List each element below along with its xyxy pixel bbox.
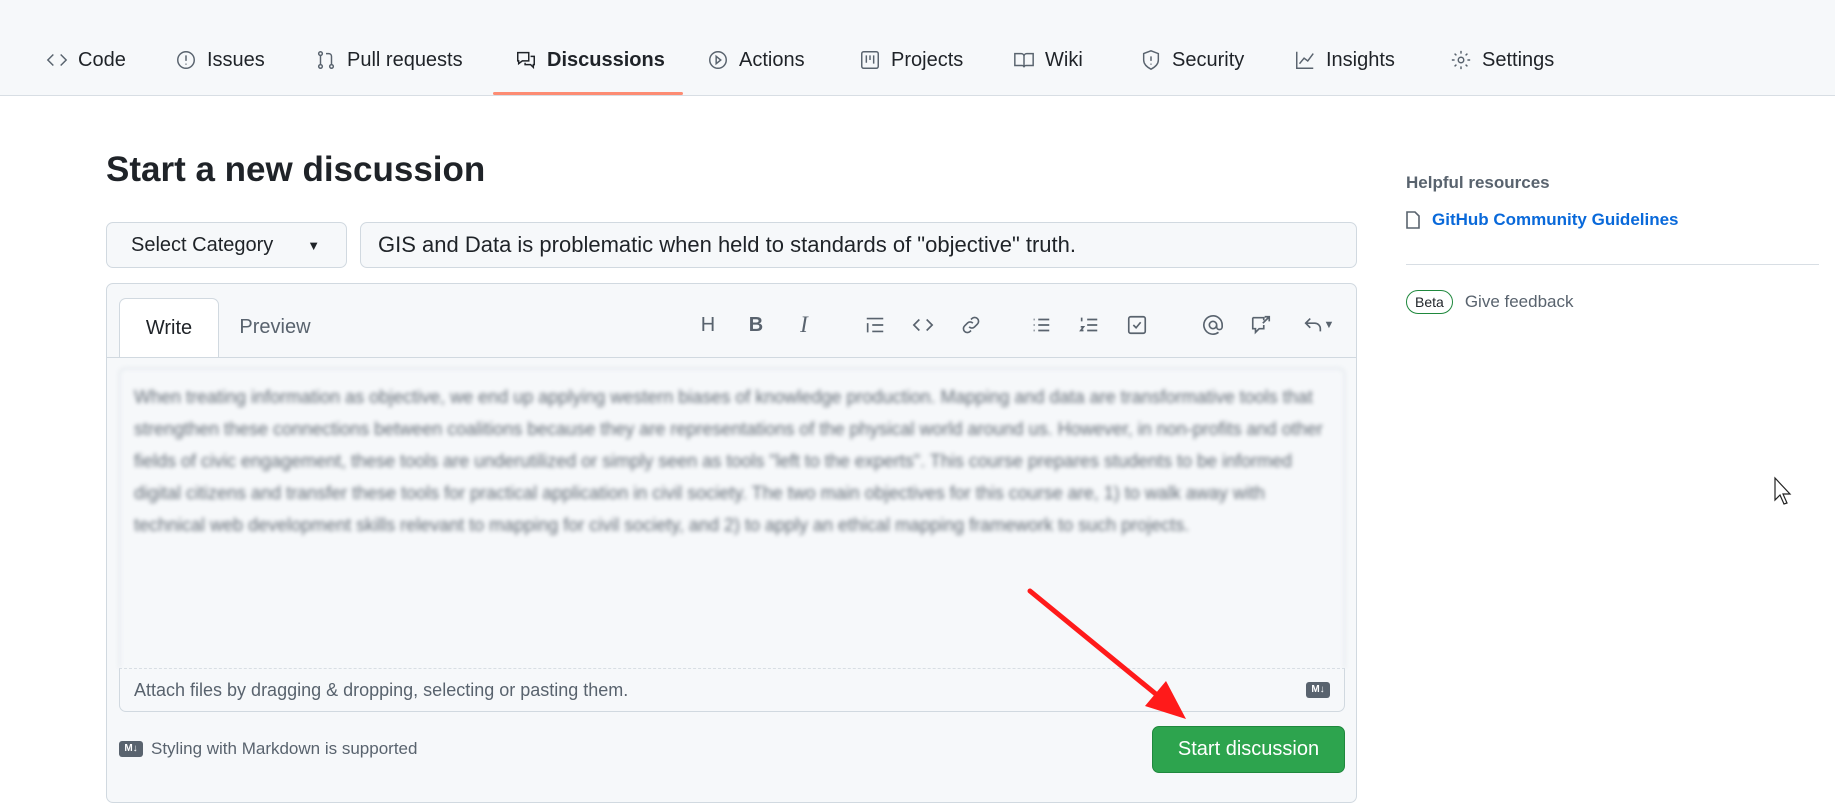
shield-icon [1142,50,1160,70]
saved-replies-button[interactable]: ▼ [1293,309,1343,341]
pull-request-icon [317,51,335,69]
reference-button[interactable] [1245,309,1277,341]
give-feedback-link[interactable]: Give feedback [1465,292,1574,312]
attach-hint: Attach files by dragging & dropping, sel… [134,679,629,700]
numbered-list-button[interactable] [1073,309,1105,341]
tab-label: Discussions [547,48,665,71]
reply-icon [1304,317,1321,332]
quote-icon [866,317,884,333]
link-button[interactable] [955,309,987,341]
task-list-icon [1127,315,1147,335]
mention-button[interactable] [1197,309,1229,341]
link-text: GitHub Community Guidelines [1432,210,1679,229]
file-attach-area[interactable]: Attach files by dragging & dropping, sel… [119,668,1345,712]
caret-down-icon: ▼ [1323,319,1335,331]
tab-settings[interactable]: Settings [1450,40,1554,80]
markdown-note[interactable]: M↓ Styling with Markdown is supported [119,739,417,759]
tab-label: Wiki [1045,48,1083,71]
community-guidelines-link[interactable]: GitHub Community Guidelines [1406,210,1679,230]
graph-icon [1296,51,1314,69]
active-tab-indicator [493,92,683,95]
bullet-list-icon [1033,318,1050,332]
tab-label: Security [1172,48,1245,71]
tab-label: Actions [739,48,805,71]
tab-write[interactable]: Write [119,298,219,358]
cross-reference-icon [1251,315,1271,335]
feedback-row: Beta Give feedback [1406,290,1574,314]
bold-button[interactable]: B [740,309,772,341]
mouse-cursor-icon [1774,476,1792,505]
project-icon [861,51,879,69]
caret-down-icon: ▼ [307,237,321,253]
link-icon [962,316,980,334]
gear-icon [1451,50,1471,70]
bulleted-list-button[interactable] [1025,309,1057,341]
helpful-resources-heading: Helpful resources [1406,173,1550,192]
divider [107,357,1356,358]
beta-badge: Beta [1406,290,1453,314]
tab-label: Settings [1482,48,1555,71]
numbered-list-icon [1079,317,1098,332]
discussion-body-textarea[interactable]: When treating information as objective, … [119,368,1345,668]
file-icon [1406,211,1420,229]
tab-issues[interactable]: Issues [175,40,265,80]
code-button[interactable] [907,309,939,341]
heading-button[interactable]: H [692,309,724,341]
page-title: Start a new discussion [106,150,486,189]
tab-pull-requests[interactable]: Pull requests [315,40,463,80]
italic-button[interactable]: I [788,309,820,341]
discussion-icon [517,51,535,70]
tab-insights[interactable]: Insights [1294,40,1395,80]
mention-icon [1203,315,1223,335]
tab-actions[interactable]: Actions [707,40,805,80]
play-icon [709,51,727,69]
task-list-button[interactable] [1121,309,1153,341]
markdown-icon: M↓ [119,741,143,757]
markdown-icon: M↓ [1306,682,1330,698]
tab-code[interactable]: Code [46,40,126,80]
code-icon [46,53,68,67]
comment-editor: Write Preview H B I ▼ When treating info… [106,283,1357,803]
tab-label: Issues [207,48,265,71]
markdown-note-text: Styling with Markdown is supported [151,739,418,758]
tab-label: Insights [1326,48,1395,71]
start-discussion-button[interactable]: Start discussion [1152,726,1345,773]
category-label: Select Category [131,233,274,256]
tab-label: Pull requests [347,48,463,71]
tab-label: Code [78,48,126,71]
tab-preview[interactable]: Preview [219,298,331,357]
divider [1406,264,1819,265]
tab-wiki[interactable]: Wiki [1013,40,1083,80]
tab-label: Projects [891,48,964,71]
tab-security[interactable]: Security [1140,40,1244,80]
issue-icon [177,51,195,69]
category-select[interactable]: Select Category ▼ [106,222,347,268]
quote-button[interactable] [859,309,891,341]
discussion-title-input[interactable] [360,222,1357,268]
tab-discussions[interactable]: Discussions [515,40,665,80]
repo-nav: Code Issues Pull requests Discussions Ac… [0,0,1835,96]
tab-projects[interactable]: Projects [859,40,963,80]
code-icon [912,318,934,332]
book-icon [1014,52,1034,68]
